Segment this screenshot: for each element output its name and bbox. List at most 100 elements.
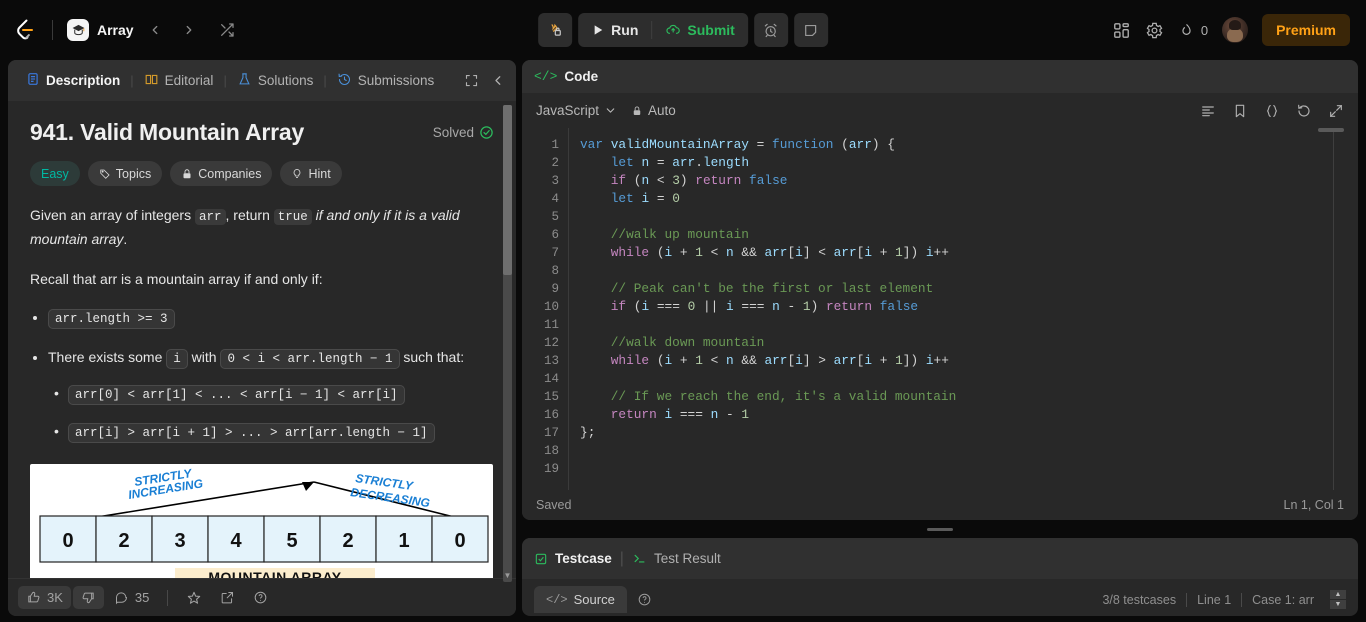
companies-label: Companies [198, 166, 262, 181]
array-cell-value: 4 [230, 530, 242, 552]
scrollbar-thumb[interactable] [503, 105, 512, 275]
topics-label: Topics [115, 166, 152, 181]
main-content: Description | Editorial | Solutions | Su… [0, 60, 1366, 622]
tab-solutions[interactable]: Solutions [229, 60, 322, 101]
comments-button[interactable]: 35 [106, 586, 157, 609]
note-icon [805, 24, 817, 36]
topic-chip[interactable]: Array [67, 19, 134, 41]
user-avatar[interactable] [1222, 17, 1249, 43]
testcase-status: 3/8 testcases Line 1 Case 1: arr ▲ ▼ [1102, 590, 1346, 609]
inline-code-true: true [273, 209, 312, 225]
timer-button[interactable] [753, 13, 788, 47]
checkbox-icon [535, 553, 547, 564]
nav-left-group: Array [12, 17, 240, 43]
testcase-stepper[interactable]: ▲ ▼ [1330, 590, 1346, 609]
panel-resize-handle[interactable] [522, 526, 1358, 532]
editor-scrollbar-thumb[interactable] [1318, 128, 1344, 132]
code-editor-area[interactable]: 1 2 3 4 5 6 7 8 9 10 11 12 13 14 15 16 17 18 19 var validM… [522, 128, 1358, 490]
alarm-clock-icon [764, 23, 777, 37]
reset-icon[interactable] [1296, 103, 1312, 119]
code-decreasing-text: arr[i] > arr[i + 1] > ... > arr[arr.leng… [75, 426, 428, 440]
description-tabbar: Description | Editorial | Solutions | Su… [8, 60, 516, 101]
tab-divider: | [223, 73, 227, 88]
stepper-down-icon[interactable]: ▼ [1330, 600, 1346, 609]
tab-submissions[interactable]: Submissions [329, 60, 443, 101]
premium-button[interactable]: Premium [1262, 14, 1350, 46]
language-label: JavaScript [536, 103, 600, 118]
array-cell-value: 2 [118, 530, 129, 552]
shuffle-icon[interactable] [214, 17, 240, 43]
topics-button[interactable]: Topics [87, 161, 163, 186]
list-item: arr.length >= 3 [48, 304, 494, 332]
tab-testcase[interactable]: Testcase [534, 551, 612, 566]
next-problem-button[interactable] [176, 17, 202, 43]
fullscreen-icon[interactable] [1328, 103, 1344, 119]
daily-challenge-button[interactable] [538, 13, 573, 47]
code-text[interactable]: var validMountainArray = function (arr) … [580, 136, 1358, 460]
format-icon[interactable] [1200, 103, 1216, 119]
gear-icon[interactable] [1145, 21, 1164, 40]
code-panel-header: </> Code [522, 60, 1358, 93]
editor-toolbar: JavaScript Auto [522, 93, 1358, 128]
tab-test-result[interactable]: Test Result [632, 551, 721, 566]
condition-text-a: There exists some [48, 349, 167, 365]
code-tag-icon: </> [534, 69, 558, 84]
source-label: Source [573, 592, 615, 607]
star-icon [188, 591, 201, 604]
array-cell-value: 2 [342, 530, 353, 552]
list-item: arr[i] > arr[i + 1] > ... > arr[arr.leng… [54, 416, 494, 448]
list-item: arr[0] < arr[1] < ... < arr[i − 1] < arr… [54, 378, 494, 410]
hint-button[interactable]: Hint [280, 161, 342, 186]
book-icon [144, 72, 159, 90]
note-button[interactable] [793, 13, 828, 47]
source-tab-button[interactable]: </> Source [534, 586, 627, 613]
thumbs-down-icon [82, 592, 94, 604]
streak-counter[interactable]: 0 [1178, 22, 1208, 39]
run-button[interactable]: Run [578, 13, 651, 47]
stepper-up-icon[interactable]: ▲ [1330, 590, 1346, 599]
collapse-panel-icon[interactable] [491, 73, 506, 88]
description-scrollbar[interactable]: ▼ [501, 105, 513, 582]
testcase-help-icon[interactable] [637, 592, 652, 607]
like-button[interactable]: 3K [18, 586, 71, 609]
favorite-button[interactable] [178, 586, 210, 610]
cloud-upload-icon [666, 24, 680, 34]
leetcode-problem-page: Array Run Submit 0 Premium Description |… [0, 0, 1366, 622]
line-number: 19 [543, 462, 559, 476]
streak-count: 0 [1200, 22, 1209, 38]
share-button[interactable] [212, 586, 243, 609]
bookmark-icon[interactable] [1232, 103, 1248, 119]
mountain-array-diagram: STRICTLY INCREASING STRICTLY DECREASING … [30, 464, 493, 578]
code-i: i [166, 349, 188, 369]
figure-caption: MOUNTAIN ARRAY [208, 569, 341, 578]
array-cell-value: 3 [174, 530, 185, 552]
expand-icon[interactable] [464, 73, 479, 88]
code-content[interactable]: var validMountainArray = function (arr) … [568, 128, 1358, 490]
tab-divider: | [130, 73, 134, 88]
save-status: Saved [536, 498, 572, 512]
tab-editorial[interactable]: Editorial [136, 60, 222, 101]
tab-description[interactable]: Description [18, 60, 128, 101]
language-selector[interactable]: JavaScript [536, 103, 617, 118]
scroll-down-arrow-icon[interactable]: ▼ [503, 572, 512, 580]
leetcode-logo-icon[interactable] [12, 17, 38, 43]
line-number: 4 [551, 192, 559, 206]
grid-apps-icon[interactable] [1112, 21, 1131, 40]
companies-button[interactable]: Companies [170, 161, 273, 186]
prev-problem-button[interactable] [142, 17, 168, 43]
run-submit-group: Run Submit [538, 13, 828, 47]
run-submit-bar: Run Submit [578, 13, 748, 47]
dislike-button[interactable] [72, 586, 104, 609]
submit-button[interactable]: Submit [652, 13, 747, 47]
mountain-array-svg: STRICTLY INCREASING STRICTLY DECREASING … [39, 466, 489, 578]
case-info: Case 1: arr [1252, 592, 1314, 607]
line-number: 7 [551, 246, 559, 260]
array-cell-value: 0 [454, 530, 465, 552]
braces-icon[interactable] [1264, 103, 1280, 119]
comment-icon [115, 592, 127, 605]
description-footer: 3K 35 [8, 578, 516, 616]
auto-sync-toggle[interactable]: Auto [631, 103, 676, 118]
help-button[interactable] [245, 586, 276, 609]
line-number: 3 [551, 174, 559, 188]
difficulty-badge[interactable]: Easy [30, 161, 80, 186]
